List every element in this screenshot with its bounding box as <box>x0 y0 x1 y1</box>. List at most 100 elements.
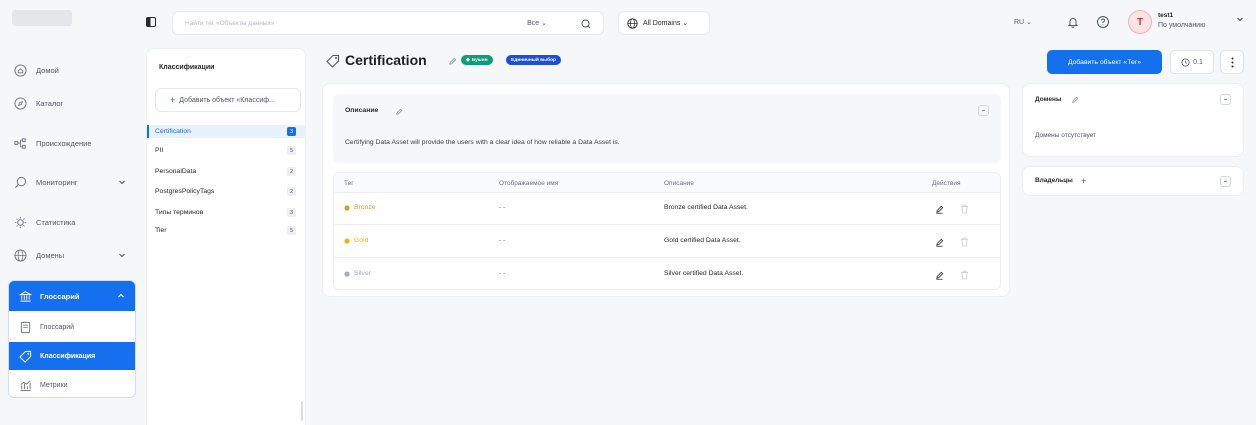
classification-count: 3 <box>287 208 296 217</box>
subnav-item-classification[interactable]: Классификация <box>9 342 135 370</box>
chevron-up-icon <box>118 293 124 298</box>
tag-cell[interactable]: Gold <box>344 237 368 244</box>
collapse-icon[interactable] <box>978 105 989 116</box>
avatar[interactable]: T <box>1128 10 1152 34</box>
edit-icon[interactable] <box>935 238 944 247</box>
sidebar-toggle-icon[interactable] <box>146 17 156 27</box>
subnav-item-metrics[interactable]: Метрики <box>9 371 135 397</box>
table-row: Bronze - - Bronze certified Data Asset. <box>334 193 1000 225</box>
classification-name: Certification <box>155 128 191 135</box>
bell-icon[interactable] <box>1066 15 1080 29</box>
description-section: Описание Certifying Data Asset will prov… <box>333 94 1001 163</box>
nav-item-label: Происхождение <box>36 138 92 148</box>
mutually-exclusive-badge-label: Единичный выбор <box>511 57 556 63</box>
language-selector[interactable]: RU ⌄ <box>1014 18 1032 26</box>
classification-details-card: Описание Certifying Data Asset will prov… <box>322 83 1010 297</box>
display-name-cell: - - <box>499 204 506 211</box>
classification-item[interactable]: PersonalData 2 <box>147 165 306 178</box>
nav-item-glossary[interactable]: Глоссарий <box>9 281 135 311</box>
nav-item-domains[interactable]: Домены <box>8 243 136 267</box>
domains-selector[interactable]: All Domains ⌄ <box>618 11 710 35</box>
classification-count: 5 <box>287 146 296 155</box>
owners-card: Владельцы + <box>1022 166 1244 196</box>
tag-cell[interactable]: Bronze <box>344 204 376 211</box>
page-title: Certification <box>345 52 427 68</box>
classification-item[interactable]: PII 5 <box>147 144 306 157</box>
edit-icon[interactable] <box>935 271 944 280</box>
nav-item-monitoring[interactable]: Мониторинг <box>8 170 136 194</box>
edit-icon[interactable] <box>448 57 457 66</box>
chevron-down-icon <box>119 180 125 185</box>
add-tag-button[interactable]: Добавить объект «Тег» <box>1047 50 1162 74</box>
nav-item-home[interactable]: Домой <box>8 58 136 82</box>
chevron-down-icon[interactable] <box>1236 15 1244 23</box>
trash-icon[interactable] <box>960 237 969 247</box>
classification-item[interactable]: Certification 3 <box>147 125 306 138</box>
chevron-down-icon <box>119 253 125 258</box>
nav-item-statistics[interactable]: Статистика <box>8 210 136 234</box>
left-navigation: Домой Каталог Происхождение Мониторинг С… <box>0 0 146 425</box>
display-name-cell: - - <box>499 237 506 244</box>
metrics-icon <box>20 380 31 391</box>
owners-title: Владельцы <box>1035 177 1073 184</box>
description-cell: Gold certified Data Asset. <box>664 237 741 244</box>
subnav-item-glossary[interactable]: Глоссарий <box>9 313 135 341</box>
tag-name: Bronze <box>354 204 376 211</box>
add-classification-button[interactable]: + Добавить объект «Классиф... <box>155 88 301 112</box>
add-owner-button[interactable]: + <box>1081 176 1086 186</box>
search-icon[interactable] <box>579 17 593 31</box>
domains-empty-text: Домены отсутствует <box>1035 132 1097 139</box>
nav-item-label: Статистика <box>36 217 76 227</box>
book-icon <box>20 321 31 333</box>
edit-icon[interactable] <box>395 108 403 116</box>
classification-count: 2 <box>287 167 296 176</box>
add-classification-label: Добавить объект «Классиф... <box>179 96 275 104</box>
lineage-icon <box>14 137 26 149</box>
column-header-display-name: Отображаемое имя <box>499 180 559 187</box>
search-scope-dropdown[interactable]: Все ⌄ <box>527 19 547 27</box>
version-history-button[interactable]: 0.1 <box>1170 50 1214 74</box>
collapse-icon[interactable] <box>1220 176 1231 187</box>
description-label: Описание <box>345 107 379 114</box>
nav-item-catalog[interactable]: Каталог <box>8 91 136 115</box>
classifications-title: Классификации <box>159 64 215 71</box>
classification-count: 3 <box>287 127 296 136</box>
nav-item-lineage[interactable]: Происхождение <box>8 131 136 155</box>
classification-item[interactable]: Tier 5 <box>147 224 306 237</box>
classification-item[interactable]: Типы терминов 3 <box>147 206 306 219</box>
help-icon[interactable] <box>1096 15 1110 29</box>
tag-name: Gold <box>354 237 369 244</box>
tag-cell[interactable]: Silver <box>344 270 371 277</box>
version-label: 0.1 <box>1193 58 1203 66</box>
edit-icon[interactable] <box>935 205 944 214</box>
globe-icon <box>627 17 638 29</box>
history-icon <box>1181 57 1190 67</box>
logo[interactable] <box>12 10 72 26</box>
scrollbar[interactable] <box>301 401 303 421</box>
nav-item-label: Мониторинг <box>36 177 78 187</box>
classification-count: 5 <box>287 226 296 235</box>
classification-name: PII <box>155 147 164 154</box>
classification-item[interactable]: PostgresPolicyTags 2 <box>147 185 306 198</box>
description-cell: Bronze certified Data Asset. <box>664 204 748 211</box>
edit-icon[interactable] <box>1071 96 1079 104</box>
classification-name: Tier <box>155 227 167 234</box>
column-header-tag: Тег <box>344 180 354 187</box>
search-bar[interactable]: Найти тег «Объекты данных» Все ⌄ <box>172 11 604 35</box>
table-row: Silver - - Silver certified Data Asset. <box>334 259 1000 289</box>
nav-item-label: Домены <box>36 250 65 260</box>
tag-icon <box>344 237 350 244</box>
more-actions-button[interactable] <box>1220 50 1244 74</box>
trash-icon[interactable] <box>960 204 969 214</box>
classification-name: PersonalData <box>155 168 197 175</box>
bank-icon <box>19 290 32 302</box>
classifications-panel: Классификации + Добавить объект «Классиф… <box>146 48 306 425</box>
description-text: Certifying Data Asset will provide the u… <box>345 139 620 146</box>
nav-item-label: Каталог <box>36 98 64 108</box>
collapse-icon[interactable] <box>1220 94 1231 105</box>
trash-icon[interactable] <box>960 270 969 280</box>
monitor-icon <box>14 176 27 188</box>
search-input[interactable]: Найти тег «Объекты данных» <box>185 20 274 27</box>
mutually-exclusive-badge: Единичный выбор <box>506 55 561 65</box>
table-row: Gold - - Gold certified Data Asset. <box>334 226 1000 258</box>
